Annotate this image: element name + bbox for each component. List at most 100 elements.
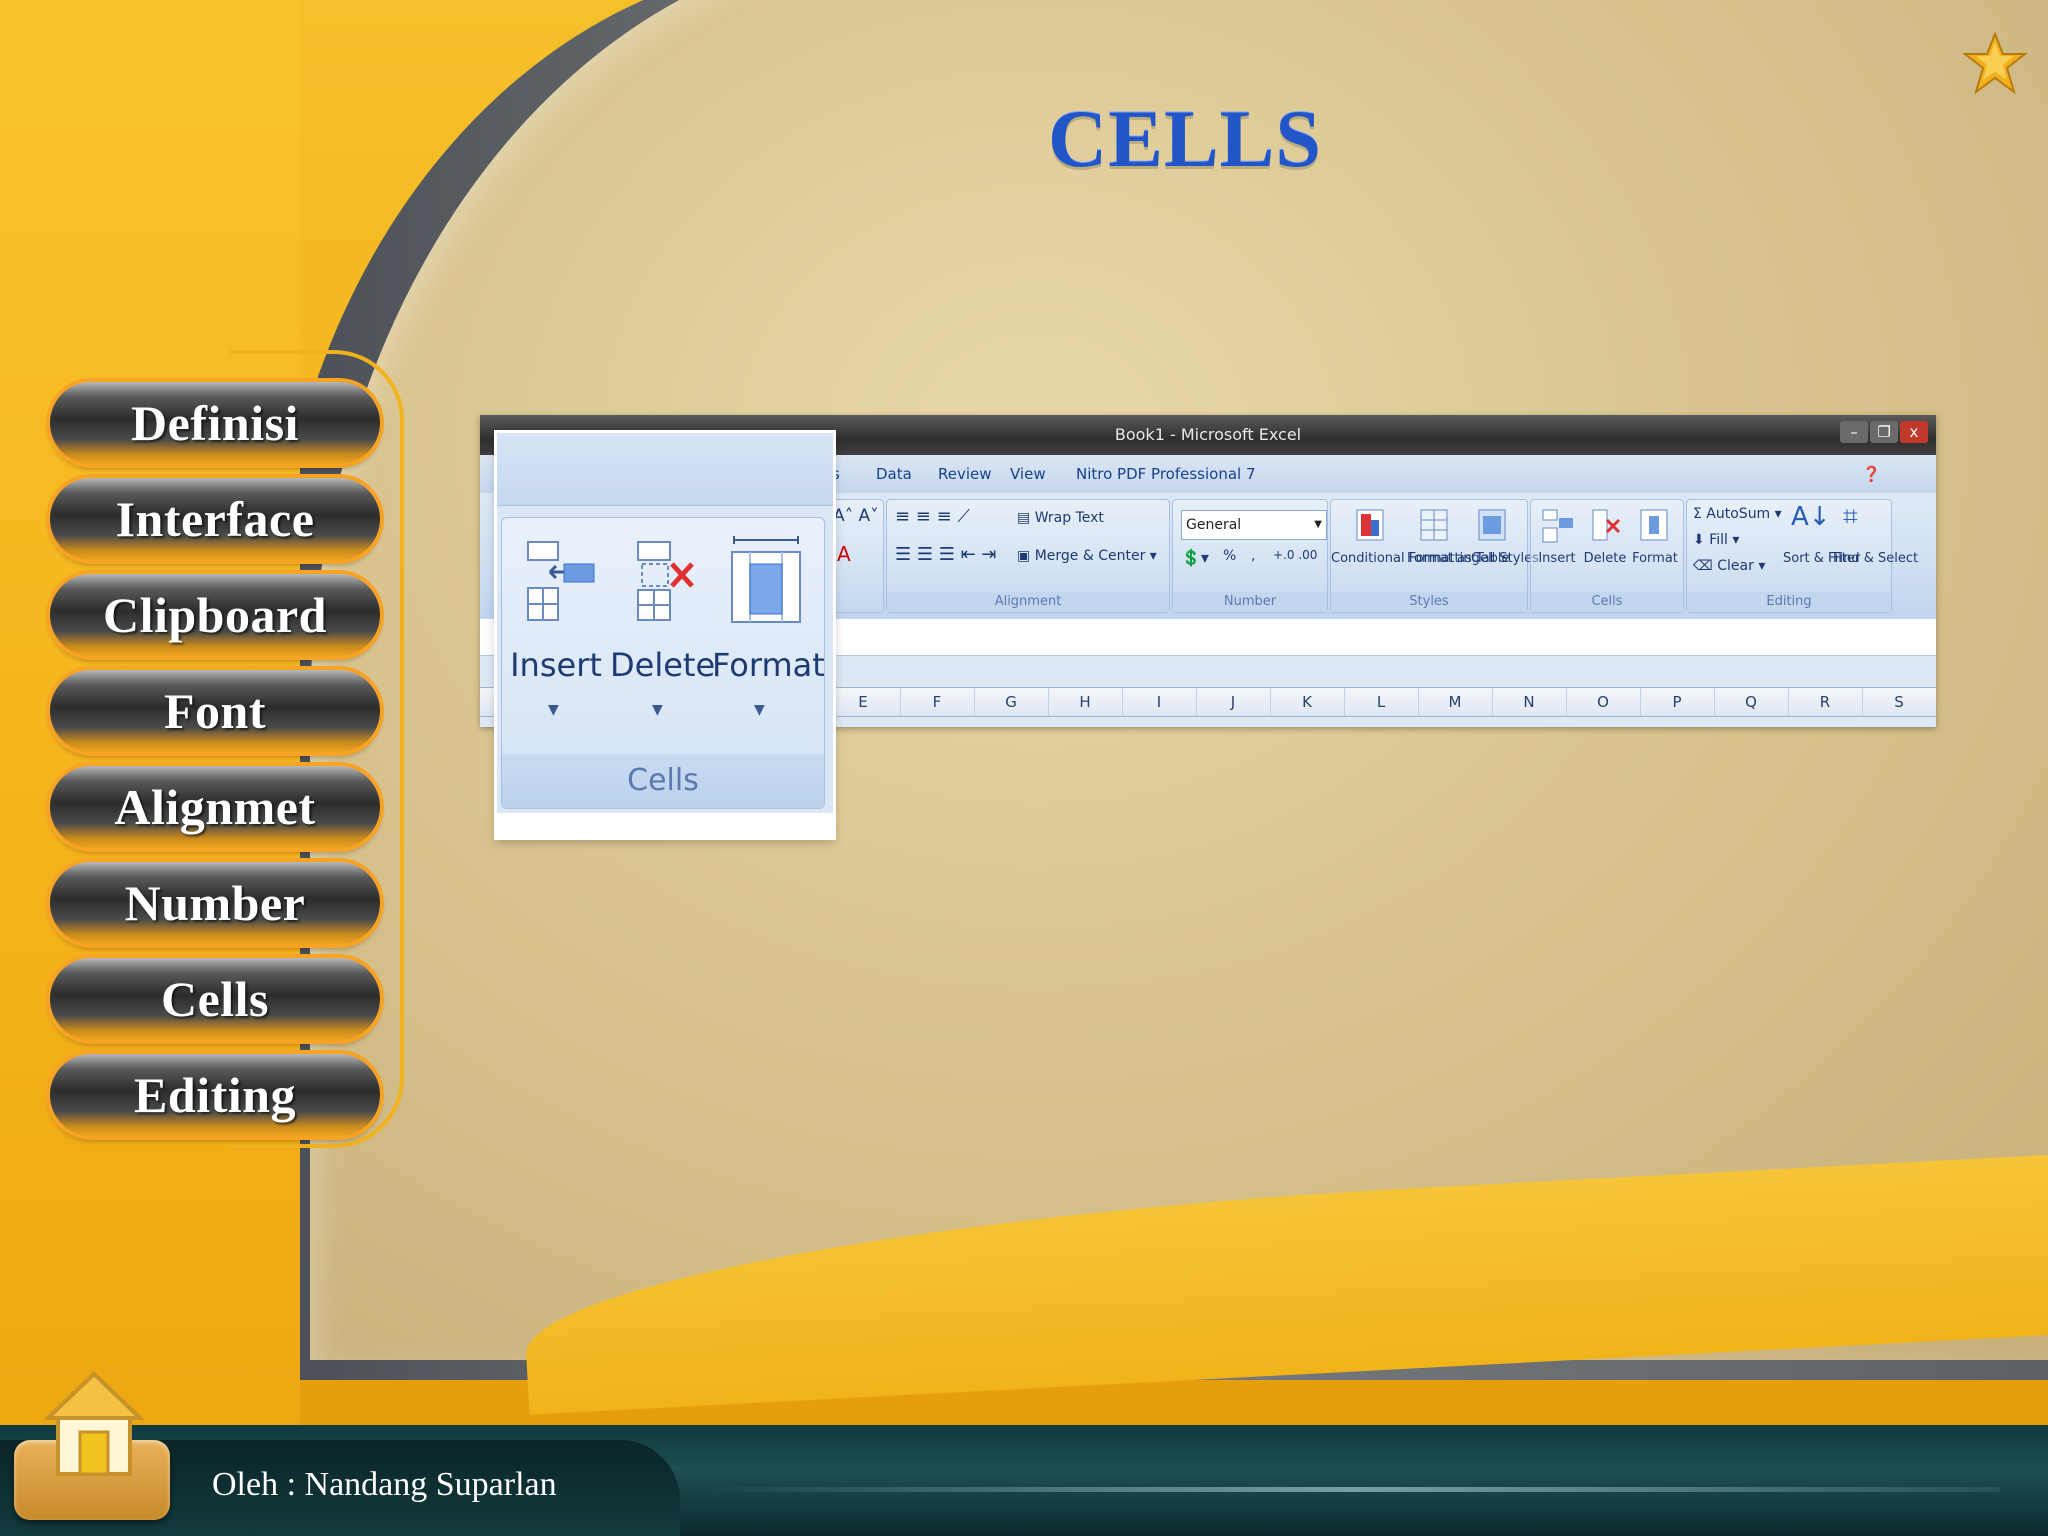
chevron-down-icon: ▼ bbox=[652, 702, 663, 718]
column-header[interactable]: O bbox=[1566, 688, 1641, 716]
tab-view[interactable]: View bbox=[1010, 465, 1046, 483]
zoom-cells-group: Insert ▼ Delete ▼ Format ▼ Cells bbox=[501, 517, 825, 809]
chevron-down-icon: ▼ bbox=[754, 702, 765, 718]
align-top-icons[interactable]: ≡ ≡ ≡ ⟋ bbox=[895, 506, 970, 527]
nav-label: Editing bbox=[134, 1067, 296, 1123]
column-header[interactable]: L bbox=[1344, 688, 1419, 716]
restore-icon[interactable]: ❐ bbox=[1870, 421, 1898, 443]
nav-label: Alignmet bbox=[114, 779, 316, 835]
ribbon-group-label: Number bbox=[1173, 592, 1327, 612]
tab-review[interactable]: Review bbox=[938, 465, 992, 483]
author-credit: Oleh : Nandang Suparlan bbox=[212, 1466, 557, 1503]
zoom-delete-button[interactable]: Delete ▼ bbox=[610, 518, 716, 748]
format-as-table-icon bbox=[1420, 509, 1448, 541]
nav-label: Cells bbox=[160, 971, 270, 1027]
ribbon-group-label: Editing bbox=[1687, 592, 1891, 612]
home-button[interactable] bbox=[14, 1370, 170, 1520]
column-header[interactable]: M bbox=[1418, 688, 1493, 716]
number-format-select[interactable]: General ▼ bbox=[1181, 510, 1327, 540]
ribbon-group-cells: Insert Delete Format Cells bbox=[1530, 499, 1684, 613]
delete-button[interactable]: Delete bbox=[1581, 550, 1629, 568]
nav-button-clipboard[interactable]: Clipboard bbox=[50, 574, 380, 656]
zoom-format-button[interactable]: Format ▼ bbox=[712, 518, 825, 748]
merge-center-label: Merge & Center bbox=[1034, 548, 1146, 564]
column-header[interactable]: N bbox=[1492, 688, 1567, 716]
fill-button[interactable]: ⬇ Fill ▾ bbox=[1693, 532, 1739, 548]
decimal-icons[interactable]: +.0 .00 bbox=[1273, 548, 1317, 562]
format-as-table-button[interactable]: Format as Table bbox=[1407, 550, 1509, 568]
insert-cells-icon bbox=[1542, 509, 1573, 543]
delete-cells-icon bbox=[637, 541, 694, 621]
font-color-icon[interactable]: A bbox=[837, 542, 851, 566]
currency-icon[interactable]: 💲▾ bbox=[1181, 548, 1209, 567]
minimize-icon[interactable]: – bbox=[1840, 421, 1868, 443]
column-header[interactable]: S bbox=[1862, 688, 1936, 716]
cells-group-zoom: Insert ▼ Delete ▼ Format ▼ Cells bbox=[496, 432, 834, 838]
ribbon-group-alignment: ≡ ≡ ≡ ⟋ ☰ ☰ ☰ ⇤ ⇥ ▤ Wrap Text ▣ Merge & … bbox=[886, 499, 1170, 613]
format-cells-icon bbox=[731, 536, 801, 623]
merge-center-icon: ▣ bbox=[1017, 548, 1035, 564]
page-title: CELLS bbox=[1048, 93, 1322, 184]
wrap-text-label: Wrap Text bbox=[1034, 510, 1104, 526]
conditional-formatting-button[interactable]: Conditional Formatting bbox=[1331, 550, 1480, 568]
nav-button-editing[interactable]: Editing bbox=[50, 1054, 380, 1136]
tab-nitro-pdf[interactable]: Nitro PDF Professional 7 bbox=[1076, 465, 1256, 483]
percent-button[interactable]: % bbox=[1223, 548, 1236, 564]
fill-label: Fill bbox=[1709, 532, 1728, 548]
find-select-button[interactable]: Find & Select bbox=[1833, 550, 1918, 568]
column-header[interactable]: I bbox=[1122, 688, 1197, 716]
zoom-top-strip bbox=[497, 433, 833, 506]
column-header[interactable]: P bbox=[1640, 688, 1715, 716]
column-header[interactable]: K bbox=[1270, 688, 1345, 716]
column-header[interactable]: J bbox=[1196, 688, 1271, 716]
conditional-formatting-icon bbox=[1356, 509, 1384, 541]
wrap-text-icon: ▤ bbox=[1017, 510, 1035, 526]
binoculars-icon: ⌗ bbox=[1843, 502, 1858, 532]
column-header[interactable]: G bbox=[974, 688, 1049, 716]
tab-data[interactable]: Data bbox=[876, 465, 912, 483]
insert-button[interactable]: Insert bbox=[1533, 550, 1581, 568]
nav-label: Interface bbox=[115, 491, 315, 547]
nav-label: Number bbox=[124, 875, 306, 931]
zoom-bottom-strip bbox=[497, 813, 833, 837]
insert-cells-icon bbox=[527, 541, 595, 621]
cell-styles-button[interactable]: Cell Styles bbox=[1471, 550, 1539, 568]
column-header[interactable]: H bbox=[1048, 688, 1123, 716]
align-horizontal-icons[interactable]: ☰ ☰ ☰ ⇤ ⇥ bbox=[895, 544, 996, 565]
nav-button-number[interactable]: Number bbox=[50, 862, 380, 944]
nav-button-definisi[interactable]: Definisi bbox=[50, 382, 380, 464]
chevron-down-icon: ▼ bbox=[1314, 519, 1322, 530]
autosum-label: AutoSum bbox=[1706, 506, 1771, 522]
ribbon-group-editing: Σ AutoSum ▾ ⬇ Fill ▾ ⌫ Clear ▾ A↓ ⌗ Sort… bbox=[1686, 499, 1918, 613]
column-header[interactable]: R bbox=[1788, 688, 1863, 716]
zoom-insert-button[interactable]: Insert ▼ bbox=[506, 518, 606, 748]
close-icon[interactable]: x bbox=[1900, 421, 1928, 443]
column-header[interactable]: F bbox=[900, 688, 975, 716]
zoom-delete-label: Delete bbox=[610, 646, 716, 684]
ribbon-group-font-partial: A˄ A˅ A bbox=[826, 499, 884, 613]
nav-button-interface[interactable]: Interface bbox=[50, 478, 380, 560]
help-icon[interactable]: ❓ bbox=[1862, 465, 1881, 483]
format-button[interactable]: Format bbox=[1631, 550, 1679, 568]
wrap-text-button[interactable]: ▤ Wrap Text bbox=[1017, 510, 1104, 526]
autosum-button[interactable]: Σ AutoSum ▾ bbox=[1693, 506, 1782, 522]
comma-button[interactable]: , bbox=[1251, 548, 1255, 564]
eraser-icon: ⌫ bbox=[1693, 558, 1718, 574]
sort-filter-button[interactable]: Sort & Filter bbox=[1783, 550, 1860, 568]
nav-button-cells[interactable]: Cells bbox=[50, 958, 380, 1040]
nav-button-font[interactable]: Font bbox=[50, 670, 380, 752]
slide: CELLS Definisi Interface Clipboard Font … bbox=[0, 0, 2048, 1536]
delete-cells-icon bbox=[1592, 509, 1621, 541]
star-icon[interactable] bbox=[1962, 32, 2028, 98]
clear-button[interactable]: ⌫ Clear ▾ bbox=[1693, 558, 1765, 574]
column-header[interactable]: Q bbox=[1714, 688, 1789, 716]
column-header[interactable]: E bbox=[826, 688, 901, 716]
number-format-value: General bbox=[1186, 517, 1242, 533]
grow-font-icon[interactable]: A˄ A˅ bbox=[833, 506, 879, 526]
zoom-group-label: Cells bbox=[502, 754, 824, 808]
merge-center-button[interactable]: ▣ Merge & Center ▾ bbox=[1017, 548, 1157, 564]
nav-button-alignmet[interactable]: Alignmet bbox=[50, 766, 380, 848]
zoom-insert-label: Insert bbox=[510, 646, 602, 684]
home-icon bbox=[44, 1371, 144, 1476]
format-cells-icon bbox=[1640, 509, 1668, 541]
